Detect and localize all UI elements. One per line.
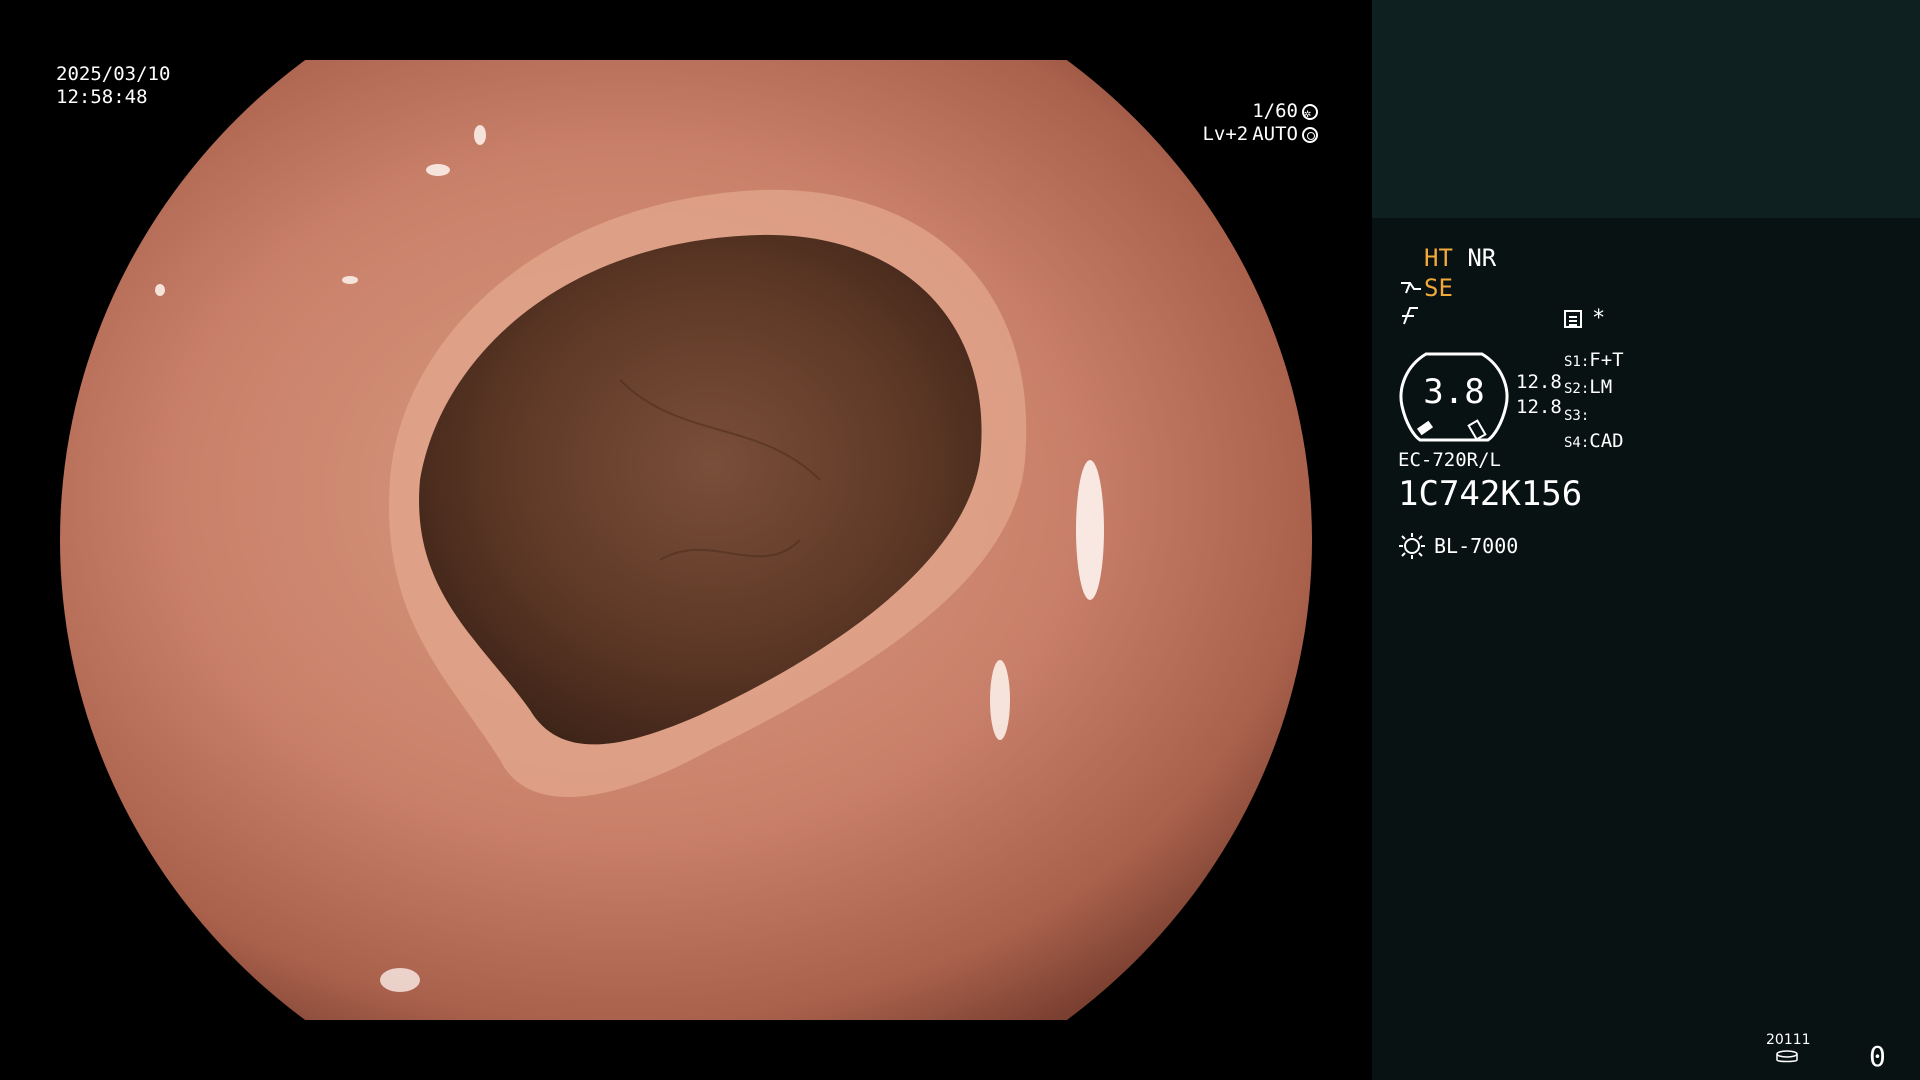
- scope-model: EC-720R/L: [1398, 449, 1501, 471]
- switch-item: S3:: [1564, 408, 1590, 424]
- light-source-model: BL-7000: [1434, 534, 1519, 558]
- gauge-value: 3.8: [1423, 372, 1485, 412]
- image-counter: 0: [1869, 1040, 1886, 1073]
- endoscopic-image: [60, 60, 1312, 1020]
- scope-tip-icon: [1401, 282, 1421, 294]
- gauge-readout-1: 12.8: [1516, 371, 1562, 393]
- freeze-icon: [1402, 307, 1418, 325]
- switch-item: S1:F+T: [1564, 349, 1624, 371]
- scope-serial: 1C742K156: [1398, 474, 1583, 514]
- shutter-speed-text: 1/60: [1252, 100, 1298, 122]
- endoscope-view: 2025/03/10 12:58:48 1/60 Lv+2 AUTO: [0, 0, 1372, 1080]
- memo-icon: [1564, 309, 1582, 328]
- light-source-icon: [1399, 533, 1425, 559]
- gauge-readouts: 12.8 12.8: [1516, 370, 1562, 420]
- record-id: 20111: [1766, 1032, 1811, 1048]
- switch-item: S4:CAD: [1564, 430, 1624, 452]
- gauge-readout-2: 12.8: [1516, 396, 1562, 418]
- se-indicator-row: SE: [1400, 274, 1453, 302]
- level-text: Lv+2: [1202, 123, 1249, 145]
- panel-header-area: [1372, 0, 1920, 218]
- time-text: 12:58:48: [56, 86, 148, 108]
- date-text: 2025/03/10: [56, 63, 171, 85]
- mode-nr: NR: [1467, 244, 1497, 272]
- iris-icon: [1302, 126, 1318, 143]
- mode-indicators: HT NR: [1424, 244, 1496, 272]
- switch-assignment-list: S1:F+T S2:LM S3: S4:CAD: [1564, 348, 1624, 456]
- memo-row: *: [1564, 306, 1605, 331]
- asterisk-mark: *: [1592, 306, 1606, 331]
- mode-ht: HT: [1424, 244, 1453, 272]
- switch-item: S2:LM: [1564, 376, 1613, 398]
- iris-mode-text: AUTO: [1252, 123, 1298, 145]
- date-time-readout: 2025/03/10 12:58:48: [56, 63, 170, 109]
- freeze-indicator-row: [1400, 304, 1420, 332]
- storage-icon: [1776, 1050, 1798, 1063]
- status-panel: HT NR SE * 3.8 12.8 12.8 S1:F+T S2:LM S3…: [1372, 0, 1920, 1080]
- light-source-row: BL-7000: [1398, 532, 1518, 560]
- mode-se: SE: [1424, 274, 1453, 302]
- shutter-icon: [1302, 102, 1318, 125]
- exposure-readout: 1/60 Lv+2 AUTO: [1118, 100, 1318, 146]
- colon-lumen-image: [60, 60, 1312, 1020]
